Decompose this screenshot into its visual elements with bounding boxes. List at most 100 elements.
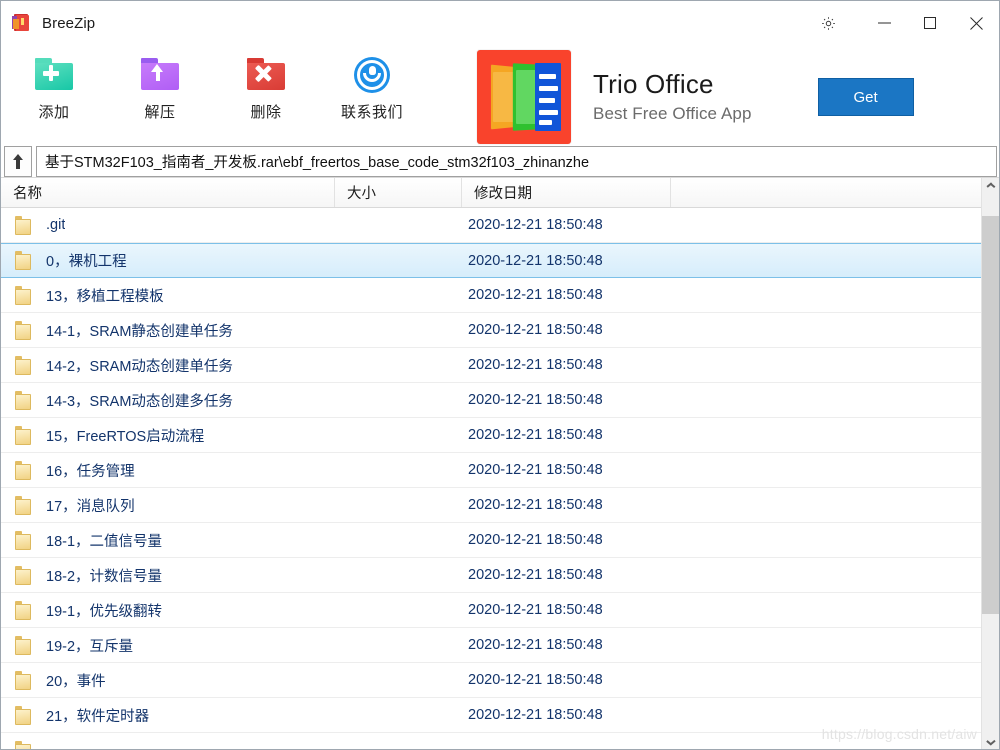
- folder-icon: [15, 215, 32, 235]
- folder-icon: [15, 425, 32, 445]
- navigate-up-button[interactable]: [4, 146, 32, 177]
- breezip-app-icon: [12, 13, 32, 33]
- scroll-down-button[interactable]: [982, 732, 999, 749]
- toolbar-button-extract[interactable]: 解压: [107, 45, 213, 122]
- row-name-label: 18-2，计数信号量: [46, 568, 163, 585]
- table-row[interactable]: 18-1，二值信号量 2020-12-21 18:50:48: [1, 523, 981, 558]
- chevron-up-icon: [985, 182, 996, 189]
- maximize-button[interactable]: [907, 1, 953, 45]
- row-name-label: 19-2，互斥量: [46, 638, 134, 655]
- row-name-cell: 21，软件定时器: [1, 705, 335, 726]
- row-name-cell: 15，FreeRTOS启动流程: [1, 425, 335, 446]
- row-date-cell: 2020-12-21 18:50:48: [468, 707, 603, 723]
- promo-text: Trio Office Best Free Office App: [593, 69, 752, 124]
- row-date-cell: 2020-12-21 18:50:48: [468, 497, 603, 513]
- row-date-cell: 2020-12-21 18:50:48: [468, 287, 603, 303]
- folder-icon: [15, 740, 32, 749]
- table-row[interactable]: 13，移植工程模板 2020-12-21 18:50:48: [1, 278, 981, 313]
- row-date-cell: 2020-12-21 18:50:48: [468, 602, 603, 618]
- row-name-cell: 19-1，优先级翻转: [1, 600, 335, 621]
- table-row[interactable]: 17，消息队列 2020-12-21 18:50:48: [1, 488, 981, 523]
- table-row[interactable]: 14-3，SRAM动态创建多任务 2020-12-21 18:50:48: [1, 383, 981, 418]
- get-button[interactable]: Get: [817, 78, 914, 116]
- toolbar-button-add[interactable]: 添加: [1, 45, 107, 122]
- column-header-extra[interactable]: [671, 178, 981, 207]
- folder-icon: [15, 670, 32, 690]
- row-date-cell: 2020-12-21 18:50:48: [468, 532, 603, 548]
- row-date-cell: 2020-12-21 18:50:48: [468, 637, 603, 653]
- scroll-up-button[interactable]: [982, 178, 999, 195]
- column-header-name[interactable]: 名称: [1, 178, 335, 207]
- table-row[interactable]: 19-2，互斥量 2020-12-21 18:50:48: [1, 628, 981, 663]
- table-row[interactable]: 16，任务管理 2020-12-21 18:50:48: [1, 453, 981, 488]
- table-row[interactable]: 14-1，SRAM静态创建单任务 2020-12-21 18:50:48: [1, 313, 981, 348]
- row-date-cell: 2020-12-21 18:50:48: [468, 672, 603, 688]
- toolbar-label-extract: 解压: [144, 104, 176, 121]
- row-date-cell: 2020-12-21 18:50:48: [468, 357, 603, 373]
- chevron-down-icon: [985, 738, 996, 745]
- row-name-cell: 20，事件: [1, 670, 335, 691]
- row-name-cell: 13，移植工程模板: [1, 285, 335, 306]
- row-name-label: 21，软件定时器: [46, 708, 150, 725]
- table-row[interactable]: 21，软件定时器 2020-12-21 18:50:48: [1, 698, 981, 733]
- file-list-area: 名称 大小 修改日期 .git 2020-12-21 18:50:48 0，裸机工程…: [1, 177, 999, 749]
- scrollbar-track[interactable]: [982, 195, 999, 732]
- row-date-cell: 2020-12-21 18:50:48: [468, 392, 603, 408]
- table-row[interactable]: 15，FreeRTOS启动流程 2020-12-21 18:50:48: [1, 418, 981, 453]
- minimize-button[interactable]: [861, 1, 907, 45]
- folder-icon: [15, 705, 32, 725]
- row-name-label: 15，FreeRTOS启动流程: [46, 428, 205, 445]
- row-name-label: 19-1，优先级翻转: [46, 603, 163, 620]
- row-name-cell: .git: [1, 215, 335, 235]
- table-row[interactable]: 19-1，优先级翻转 2020-12-21 18:50:48: [1, 593, 981, 628]
- folder-icon: [15, 355, 32, 375]
- row-date-cell: 2020-12-21 18:50:48: [468, 427, 603, 443]
- column-headers: 名称 大小 修改日期: [1, 178, 981, 208]
- file-rows: .git 2020-12-21 18:50:48 0，裸机工程 2020-12-21 …: [1, 208, 981, 749]
- breezip-window: BreeZip 添加 解压 删除 联系我们 Trio Office Best F…: [0, 0, 1000, 750]
- row-name-cell: 19-2，互斥量: [1, 635, 335, 656]
- row-name-cell: 0，裸机工程: [1, 250, 335, 271]
- row-name-cell: 16，任务管理: [1, 460, 335, 481]
- toolbar-button-delete[interactable]: 删除: [213, 45, 319, 122]
- folder-icon: [15, 495, 32, 515]
- row-name-label: 17，消息队列: [46, 498, 135, 515]
- row-name-cell: 18-1，二值信号量: [1, 530, 335, 551]
- table-row[interactable]: 14-2，SRAM动态创建单任务 2020-12-21 18:50:48: [1, 348, 981, 383]
- path-input[interactable]: 基于STM32F103_指南者_开发板.rar\ebf_freertos_bas…: [36, 146, 997, 177]
- column-header-date[interactable]: 修改日期: [462, 178, 671, 207]
- table-row[interactable]: .git 2020-12-21 18:50:48: [1, 208, 981, 243]
- toolbar-label-contact-us: 联系我们: [340, 104, 403, 121]
- settings-gear-icon[interactable]: [805, 1, 851, 45]
- table-row[interactable]: 0，裸机工程 2020-12-21 18:50:48: [1, 243, 981, 278]
- toolbar-label-delete: 删除: [250, 104, 282, 121]
- row-date-cell: 2020-12-21 18:50:48: [468, 252, 603, 269]
- toolbar: 添加 解压 删除 联系我们 Trio Office Best Free Offi…: [1, 45, 999, 146]
- row-name-label: 20，事件: [46, 673, 106, 690]
- folder-delete-icon: [244, 52, 288, 94]
- path-bar: 基于STM32F103_指南者_开发板.rar\ebf_freertos_bas…: [1, 146, 999, 177]
- row-date-cell: 2020-12-21 18:50:48: [468, 217, 603, 233]
- folder-add-icon: [32, 52, 76, 94]
- table-row[interactable]: 18-2，计数信号量 2020-12-21 18:50:48: [1, 558, 981, 593]
- row-name-label: 18-1，二值信号量: [46, 533, 163, 550]
- row-name-label: 16，任务管理: [46, 463, 135, 480]
- up-arrow-icon: [12, 154, 24, 169]
- promo-title: Trio Office: [593, 69, 714, 100]
- toolbar-label-add: 添加: [38, 104, 70, 121]
- vertical-scrollbar[interactable]: [981, 178, 999, 749]
- table-row[interactable]: 20，事件 2020-12-21 18:50:48: [1, 663, 981, 698]
- row-name-label: 14-3，SRAM动态创建多任务: [46, 393, 233, 410]
- folder-icon: [15, 251, 32, 270]
- column-header-size[interactable]: 大小: [335, 178, 462, 207]
- row-date-cell: 2020-12-21 18:50:48: [468, 462, 603, 478]
- promo-banner[interactable]: Trio Office Best Free Office App Get: [477, 50, 914, 144]
- toolbar-button-contact-us[interactable]: 联系我们: [319, 45, 425, 122]
- row-name-cell: 14-1，SRAM静态创建单任务: [1, 320, 335, 341]
- folder-icon: [15, 390, 32, 410]
- close-button[interactable]: [953, 1, 999, 45]
- promo-subtitle: Best Free Office App: [593, 103, 752, 123]
- row-name-cell: 14-2，SRAM动态创建单任务: [1, 355, 335, 376]
- table-row[interactable]: [1, 733, 981, 749]
- scrollbar-thumb[interactable]: [982, 216, 999, 614]
